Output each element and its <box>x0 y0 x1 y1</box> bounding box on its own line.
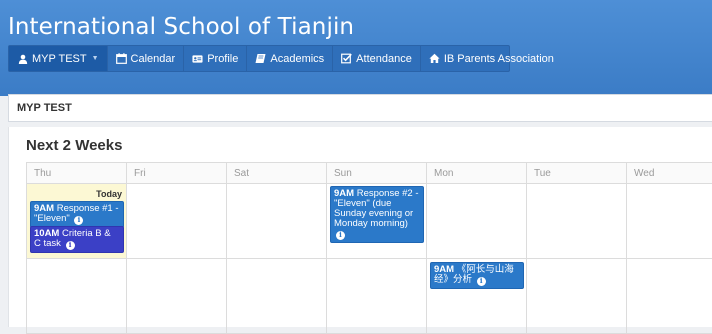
calendar-icon <box>115 53 127 64</box>
home-icon <box>429 53 440 64</box>
main-navbar: MYP TEST ▼ Calendar Profile Academics At… <box>8 45 554 72</box>
subheader-title: MYP TEST <box>17 102 72 114</box>
nav-item-label: IB Parents Association <box>443 52 554 65</box>
day-header-fri: Fri <box>126 163 226 183</box>
calendar-day-cell[interactable] <box>326 259 426 333</box>
nav-item-calendar[interactable]: Calendar <box>108 46 185 71</box>
calendar-day-cell[interactable] <box>626 184 712 258</box>
nav-item-label: Academics <box>270 52 325 65</box>
calendar-day-cell[interactable] <box>426 184 526 258</box>
nav-item-attendance[interactable]: Attendance <box>333 46 421 71</box>
calendar-day-cell[interactable]: 9AM 《阿长与山海经》分析 i <box>426 259 526 333</box>
day-header-sat: Sat <box>226 163 326 183</box>
info-icon[interactable]: i <box>476 276 486 286</box>
calendar-day-cell[interactable] <box>226 259 326 333</box>
info-icon[interactable]: i <box>336 230 345 240</box>
nav-item-label: MYP TEST <box>32 52 87 65</box>
calendar-event[interactable]: 9AM Response #1 - "Eleven" i <box>30 201 124 228</box>
calendar-day-cell[interactable]: 9AM Response #2 - "Eleven" (due Sunday e… <box>326 184 426 258</box>
main-content: Next 2 Weeks Thu Fri Sat Sun Mon Tue Wed… <box>8 127 712 334</box>
nav-item-profile[interactable]: Profile <box>184 46 248 71</box>
id-card-icon <box>192 53 203 64</box>
calendar-week-row: 9AM 《阿长与山海经》分析 i <box>26 259 712 334</box>
nav-item-label: Attendance <box>356 52 412 65</box>
book-icon <box>255 53 266 64</box>
calendar-day-cell[interactable] <box>126 184 226 258</box>
calendar-day-cell[interactable]: Today 9AM Response #1 - "Eleven" i 10AM … <box>26 184 126 258</box>
calendar-week-row: Today 9AM Response #1 - "Eleven" i 10AM … <box>26 184 712 259</box>
nav-item-ib-parents-association[interactable]: IB Parents Association <box>421 46 562 71</box>
info-icon[interactable]: i <box>65 240 75 250</box>
info-icon[interactable]: i <box>74 215 84 225</box>
page-subheader: MYP TEST <box>8 94 712 122</box>
day-header-wed: Wed <box>626 163 712 183</box>
section-title: Next 2 Weeks <box>26 137 123 154</box>
calendar-day-cell[interactable] <box>226 184 326 258</box>
day-header-thu: Thu <box>26 163 126 183</box>
calendar-day-cell[interactable] <box>526 259 626 333</box>
header: International School of Tianjin MYP TEST… <box>0 0 712 96</box>
calendar-header-row: Thu Fri Sat Sun Mon Tue Wed <box>26 162 712 184</box>
nav-item-myp-test[interactable]: MYP TEST ▼ <box>9 46 108 71</box>
day-header-tue: Tue <box>526 163 626 183</box>
school-title: International School of Tianjin <box>8 14 355 40</box>
today-label: Today <box>96 189 122 199</box>
calendar-day-cell[interactable] <box>626 259 712 333</box>
calendar-event[interactable]: 10AM Criteria B & C task i <box>30 226 124 253</box>
calendar-day-cell[interactable] <box>126 259 226 333</box>
day-header-mon: Mon <box>426 163 526 183</box>
calendar-event[interactable]: 9AM 《阿长与山海经》分析 i <box>430 262 524 289</box>
nav-item-label: Calendar <box>130 52 176 65</box>
calendar-day-cell[interactable] <box>526 184 626 258</box>
calendar-event[interactable]: 9AM Response #2 - "Eleven" (due Sunday e… <box>330 186 424 243</box>
calendar-day-cell[interactable] <box>26 259 126 333</box>
user-icon <box>17 53 28 64</box>
nav-item-label: Profile <box>207 52 239 65</box>
calendar-grid: Thu Fri Sat Sun Mon Tue Wed Today 9AM Re… <box>26 162 712 334</box>
checkbox-icon <box>341 53 353 64</box>
day-header-sun: Sun <box>326 163 426 183</box>
chevron-down-icon: ▼ <box>91 55 99 62</box>
nav-item-academics[interactable]: Academics <box>247 46 334 71</box>
